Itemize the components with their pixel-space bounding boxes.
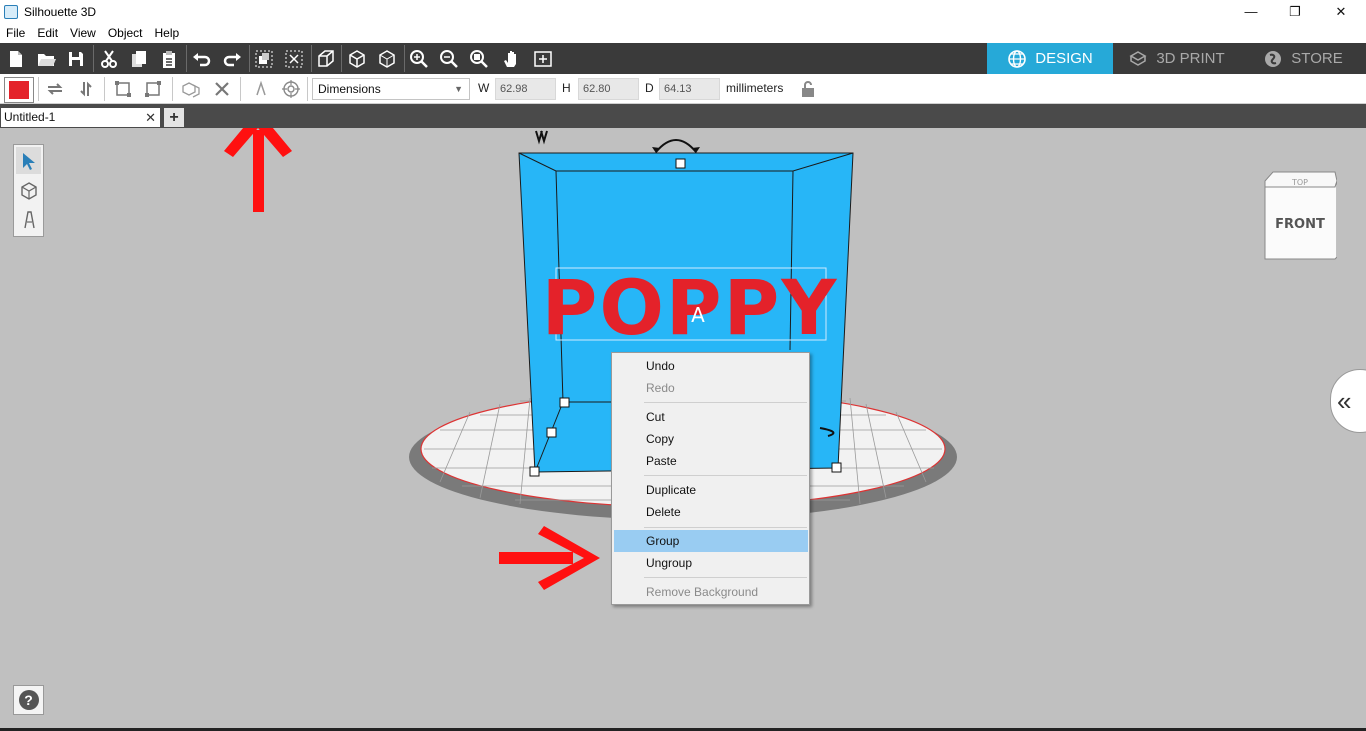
- shape-cube-icon[interactable]: [16, 177, 41, 204]
- scale-box-icon[interactable]: [141, 77, 165, 101]
- text-3d-icon[interactable]: [16, 206, 41, 233]
- menu-bar: File Edit View Object Help: [0, 23, 1366, 43]
- add-tab-button[interactable]: +: [164, 108, 184, 127]
- lock-icon[interactable]: [796, 77, 820, 101]
- cut-icon[interactable]: [96, 46, 122, 72]
- context-undo[interactable]: Undo: [614, 355, 808, 377]
- chevron-down-icon: ▼: [454, 84, 463, 94]
- center-target-icon[interactable]: [279, 77, 303, 101]
- flip-vertical-icon[interactable]: [74, 77, 98, 101]
- annotation-arrow-up: [224, 128, 292, 212]
- pan-hand-icon[interactable]: [498, 46, 524, 72]
- units-label: millimeters: [726, 81, 784, 95]
- menu-file[interactable]: File: [0, 26, 31, 40]
- help-button[interactable]: ?: [13, 685, 44, 715]
- dimensions-select[interactable]: Dimensions ▼: [312, 78, 470, 100]
- height-field[interactable]: 62.80: [578, 78, 639, 100]
- context-delete[interactable]: Delete: [614, 501, 808, 523]
- extrude-icon[interactable]: [313, 46, 339, 72]
- duplicate-object-icon[interactable]: [179, 77, 203, 101]
- group-icon[interactable]: [251, 46, 277, 72]
- view-cube-front-face[interactable]: FRONT: [1275, 217, 1325, 232]
- paste-icon[interactable]: [156, 46, 182, 72]
- menu-object[interactable]: Object: [102, 26, 149, 40]
- menu-view[interactable]: View: [64, 26, 102, 40]
- zoom-fit-icon[interactable]: [466, 46, 492, 72]
- ungroup-icon[interactable]: [281, 46, 307, 72]
- move-vertical-icon[interactable]: [535, 130, 548, 145]
- printer-3d-icon: [1129, 50, 1147, 66]
- copy-icon[interactable]: [126, 46, 152, 72]
- left-tool-palette: [13, 144, 44, 237]
- poppy-text-object[interactable]: POPPY: [542, 263, 839, 352]
- title-bar: Silhouette 3D — ❐ ✕: [0, 0, 1366, 23]
- context-menu: Undo Redo Cut Copy Paste Duplicate Delet…: [611, 352, 810, 605]
- tab-3d-print[interactable]: 3D PRINT: [1113, 43, 1240, 74]
- document-tab[interactable]: Untitled-1 ✕: [1, 108, 160, 127]
- minimize-button[interactable]: —: [1228, 0, 1274, 23]
- view-cube-top-face[interactable]: TOP: [1291, 178, 1308, 187]
- view-cube[interactable]: TOP FRONT: [1263, 171, 1337, 261]
- annotation-arrow-right: [499, 526, 600, 590]
- dimensions-select-value: Dimensions: [318, 82, 381, 96]
- tab-store[interactable]: STORE: [1240, 43, 1366, 74]
- property-toolbar: Dimensions ▼ W 62.98 H 62.80 D 64.13 mil…: [0, 74, 1366, 104]
- depth-field[interactable]: 64.13: [659, 78, 720, 100]
- height-label: H: [562, 81, 571, 95]
- window-title: Silhouette 3D: [24, 4, 97, 19]
- open-folder-icon[interactable]: [33, 46, 59, 72]
- fill-color-swatch[interactable]: [4, 77, 34, 103]
- depth-label: D: [645, 81, 654, 95]
- width-label: W: [478, 81, 490, 95]
- cube-icon[interactable]: [344, 46, 370, 72]
- globe-icon: [1008, 49, 1027, 68]
- document-tab-label: Untitled-1: [4, 110, 56, 124]
- text-tool-icon[interactable]: [249, 77, 273, 101]
- cube-outline-icon[interactable]: [374, 46, 400, 72]
- save-icon[interactable]: [63, 46, 89, 72]
- select-arrow-icon[interactable]: [16, 147, 41, 174]
- context-ungroup[interactable]: Ungroup: [614, 552, 808, 574]
- flip-horizontal-icon[interactable]: [43, 77, 67, 101]
- store-logo-icon: [1265, 50, 1282, 67]
- fit-view-icon[interactable]: [530, 46, 556, 72]
- tab-design[interactable]: DESIGN: [987, 43, 1113, 74]
- restore-button[interactable]: ❐: [1272, 0, 1318, 23]
- close-tab-icon[interactable]: ✕: [145, 108, 156, 127]
- bounding-box-icon[interactable]: [111, 77, 135, 101]
- new-file-icon[interactable]: [3, 46, 29, 72]
- context-paste[interactable]: Paste: [614, 450, 808, 472]
- zoom-out-icon[interactable]: [436, 46, 462, 72]
- tab-3d-print-label: 3D PRINT: [1156, 50, 1225, 67]
- delete-icon[interactable]: [210, 77, 234, 101]
- help-icon: ?: [18, 690, 39, 710]
- text-anchor-icon: A: [691, 303, 705, 327]
- tab-design-label: DESIGN: [1035, 50, 1093, 67]
- close-button[interactable]: ✕: [1318, 0, 1364, 23]
- app-icon: [4, 4, 18, 19]
- redo-icon[interactable]: [219, 46, 245, 72]
- width-field[interactable]: 62.98: [495, 78, 556, 100]
- zoom-in-icon[interactable]: [406, 46, 432, 72]
- context-copy[interactable]: Copy: [614, 428, 808, 450]
- menu-edit[interactable]: Edit: [31, 26, 64, 40]
- context-redo: Redo: [646, 381, 675, 395]
- undo-icon[interactable]: [189, 46, 215, 72]
- document-tab-bar: Untitled-1 ✕ +: [0, 104, 1366, 128]
- menu-help[interactable]: Help: [149, 26, 186, 40]
- rotate-top-icon[interactable]: [655, 139, 697, 153]
- tab-store-label: STORE: [1291, 50, 1343, 67]
- context-cut[interactable]: Cut: [614, 406, 808, 428]
- context-remove-background: Remove Background: [646, 585, 759, 599]
- context-group[interactable]: Group: [614, 530, 808, 552]
- context-duplicate[interactable]: Duplicate: [614, 479, 808, 501]
